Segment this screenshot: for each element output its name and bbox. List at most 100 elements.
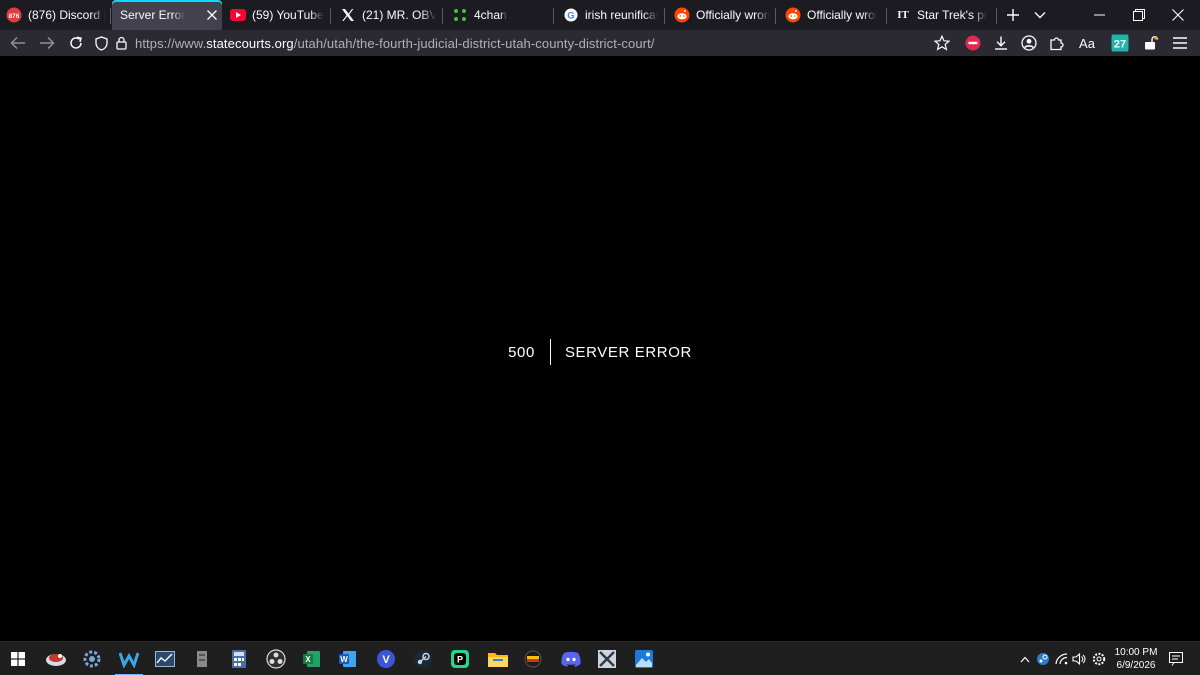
bookmark-star-icon[interactable] [931, 32, 953, 54]
close-window-button[interactable] [1156, 0, 1200, 30]
obs-icon[interactable] [258, 642, 294, 675]
tab-title: irish reunification [585, 8, 658, 22]
svg-text:V: V [382, 654, 390, 666]
tab-title: (876) Discord | # [28, 8, 106, 22]
calendar-extension-icon[interactable]: 27 [1109, 32, 1131, 54]
tab-title: Server Error [120, 8, 186, 22]
photos-icon[interactable] [626, 642, 662, 675]
tab-separator [330, 8, 331, 24]
ublock-stop-icon[interactable] [962, 32, 984, 54]
pycharm-icon[interactable]: P [442, 642, 478, 675]
reddit-icon [674, 7, 690, 23]
show-hidden-icons-chevron-up-icon[interactable] [1017, 642, 1033, 675]
tab-separator [664, 8, 665, 24]
tab-title: (21) MR. OBVIOUS [362, 8, 436, 22]
lock-icon[interactable] [114, 36, 128, 50]
discord-badge-icon: 876 [6, 7, 22, 23]
settings-gear-icon[interactable] [74, 642, 110, 675]
file-explorer-icon[interactable] [480, 642, 516, 675]
tab-server-error[interactable]: Server Error [112, 0, 222, 30]
tab-discord[interactable]: 876 (876) Discord | # [6, 0, 106, 30]
waterfox-icon[interactable] [111, 642, 147, 675]
list-all-tabs-button[interactable] [1030, 5, 1050, 25]
restore-button[interactable] [1117, 0, 1161, 30]
url-text[interactable]: https://www.statecourts.org/utah/utah/th… [135, 36, 655, 51]
svg-text:X: X [305, 655, 311, 664]
tab-irish-times[interactable]: IT Star Trek's prediction [895, 0, 987, 30]
word-icon[interactable]: W [330, 642, 366, 675]
tab-separator [886, 8, 887, 24]
svg-text:27: 27 [1114, 39, 1126, 51]
reader-mode-button[interactable]: Aa [1075, 32, 1099, 54]
tab-reddit-1[interactable]: Officially wrong [674, 0, 770, 30]
tracking-protection-shield-icon[interactable] [92, 35, 110, 51]
tab-youtube[interactable]: (59) YouTube [230, 0, 325, 30]
steam-tray-icon[interactable] [1034, 642, 1052, 675]
minimize-button[interactable] [1077, 0, 1121, 30]
tab-separator [775, 8, 776, 24]
minimize-icon [1093, 14, 1105, 16]
reddit-icon [785, 7, 801, 23]
calculator-icon[interactable] [221, 642, 257, 675]
forward-button[interactable] [35, 31, 59, 55]
tab-separator [996, 8, 997, 24]
tab-strip: 876 (876) Discord | # Server Error (59) … [0, 0, 1200, 30]
url-domain: statecourts.org [206, 35, 294, 51]
tab-title: Star Trek's prediction [917, 8, 987, 22]
account-icon[interactable] [1018, 32, 1040, 54]
tab-title: 4chan [474, 8, 507, 22]
discord-icon[interactable] [553, 642, 589, 675]
arrow-right-icon [40, 36, 55, 50]
tab-separator [110, 8, 111, 24]
pinball-icon[interactable] [38, 642, 74, 675]
clock-date: 6/9/2026 [1116, 660, 1156, 671]
error-message-block: 500 SERVER ERROR [0, 339, 1200, 365]
navigation-toolbar: https://www.statecourts.org/utah/utah/th… [0, 30, 1200, 56]
tab-4chan[interactable]: 4chan [452, 0, 547, 30]
network-wifi-icon[interactable] [1053, 642, 1071, 675]
x-twitter-icon [340, 7, 356, 23]
url-scheme: https://www. [135, 35, 207, 51]
tab-x-twitter[interactable]: (21) MR. OBVIOUS [340, 0, 436, 30]
flag-app-icon[interactable] [515, 642, 551, 675]
chevron-down-icon [1034, 12, 1046, 19]
tab-title: (59) YouTube [252, 8, 324, 22]
error-text: SERVER ERROR [564, 343, 692, 361]
new-tab-button[interactable] [1003, 5, 1023, 25]
restore-icon [1133, 9, 1145, 21]
volume-icon[interactable] [1070, 642, 1088, 675]
extensions-puzzle-icon[interactable] [1046, 32, 1068, 54]
build-tool-icon[interactable] [184, 642, 220, 675]
reload-icon [70, 36, 82, 49]
reload-button[interactable] [64, 31, 88, 55]
excel-icon[interactable]: X [294, 642, 330, 675]
close-icon [1172, 9, 1184, 21]
close-tab-icon[interactable] [202, 5, 222, 25]
windows-start-icon[interactable] [0, 642, 36, 675]
tab-title: Officially wrong [696, 8, 770, 22]
windows-taskbar: X W V P 10:00 PM 6/9/2026 [0, 641, 1200, 675]
vortex-icon[interactable] [589, 642, 625, 675]
svg-text:P: P [457, 655, 463, 665]
url-path: /utah/utah/the-fourth-judicial-district-… [293, 35, 655, 51]
youtube-icon [230, 7, 246, 23]
clock-time: 10:00 PM [1114, 647, 1158, 658]
system-clock[interactable]: 10:00 PM 6/9/2026 [1106, 646, 1166, 672]
tab-google[interactable]: G irish reunification [563, 0, 658, 30]
error-code: 500 [508, 343, 535, 361]
tab-separator [442, 8, 443, 24]
tab-reddit-2[interactable]: Officially wrong [785, 0, 877, 30]
page-content: 500 SERVER ERROR [0, 56, 1200, 641]
notification-center-icon[interactable] [1165, 642, 1187, 675]
address-bar[interactable]: https://www.statecourts.org/utah/utah/th… [92, 31, 958, 55]
downloads-icon[interactable] [990, 32, 1012, 54]
arrow-left-icon [10, 36, 25, 50]
svg-text:W: W [340, 655, 348, 664]
unlock-extension-icon[interactable] [1140, 32, 1162, 54]
vpn-v-icon[interactable]: V [368, 642, 404, 675]
back-button[interactable] [6, 31, 30, 55]
steam-icon[interactable] [405, 642, 441, 675]
stocks-chart-icon[interactable] [147, 642, 183, 675]
svg-text:876: 876 [9, 13, 20, 20]
hamburger-menu-icon[interactable] [1169, 32, 1191, 54]
